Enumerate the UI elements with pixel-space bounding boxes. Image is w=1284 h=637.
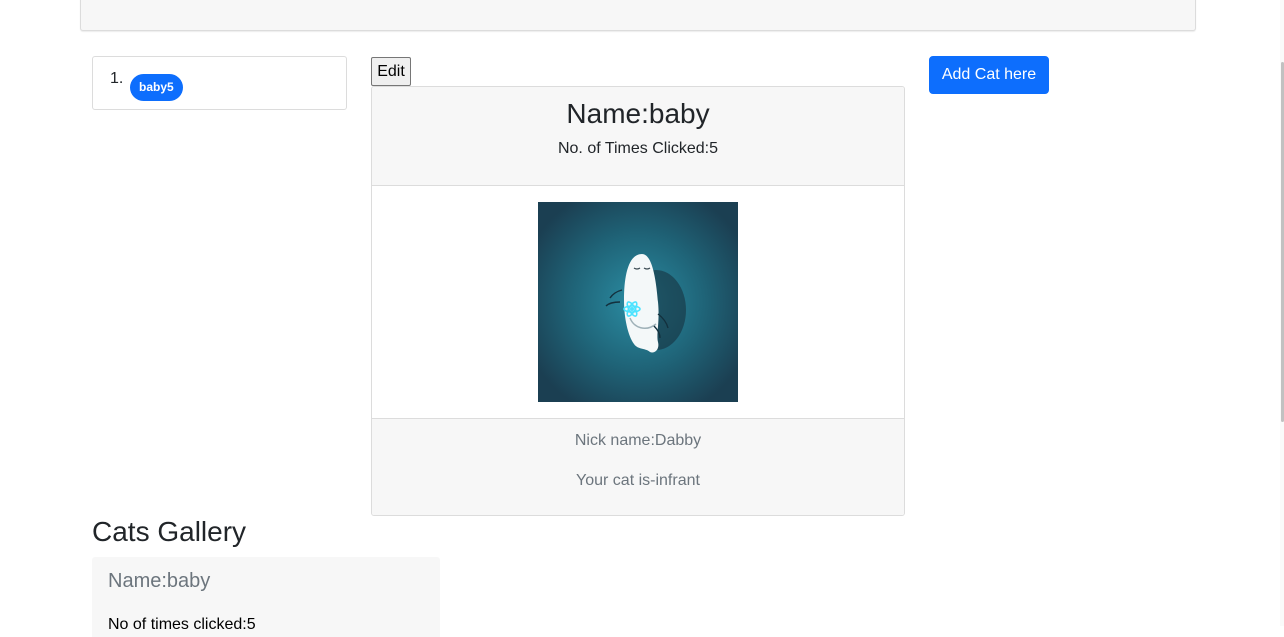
list-item-number: 1. (110, 70, 124, 87)
click-count-text: No. of Times Clicked:5 (557, 140, 719, 157)
page-scrollbar[interactable] (1280, 0, 1284, 626)
cat-list-item-baby[interactable]: baby5 (130, 74, 183, 101)
card-footer: Nick name:Dabby Your cat is-infrant (372, 418, 904, 515)
cat-image[interactable] (538, 202, 738, 402)
cat-list: 1. baby5 (92, 56, 347, 110)
gallery-heading: Cats Gallery (92, 516, 247, 547)
edit-button[interactable]: Edit (371, 57, 411, 86)
gallery-click-count: No of times clicked:5 (108, 616, 256, 633)
add-cat-button[interactable]: Add Cat here (929, 56, 1049, 94)
card-header: Name:baby No. of Times Clicked:5 (372, 87, 904, 186)
nickname-text: Nick name:Dabby (574, 432, 702, 449)
top-navbar (80, 0, 1196, 31)
age-group-text: Your cat is-infrant (576, 472, 700, 489)
gallery-cat-name: Name:baby (108, 570, 211, 592)
cat-detail-card: Name:baby No. of Times Clicked:5 Nick na… (371, 86, 905, 516)
cat-name-title: Name:baby (566, 98, 710, 129)
gallery-card[interactable]: Name:baby No of times clicked:5 (92, 557, 440, 637)
